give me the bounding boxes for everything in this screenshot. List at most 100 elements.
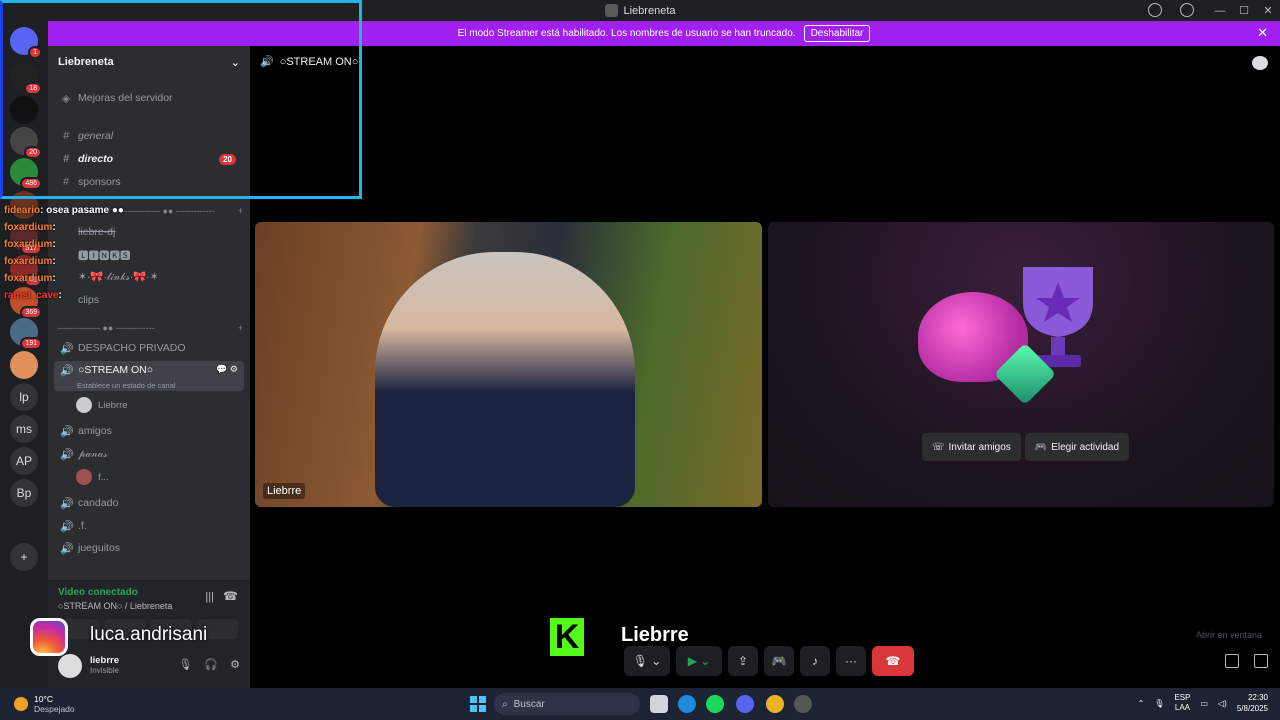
discord-icon[interactable] xyxy=(736,695,754,713)
discord-window: Liebreneta — ☐ ✕ El modo Streamer está h… xyxy=(0,0,1280,720)
server-icon[interactable]: Bp xyxy=(10,479,38,507)
popout-label[interactable]: Abrir en ventana xyxy=(1196,630,1262,640)
microphone-icon[interactable]: 🎙 xyxy=(178,658,192,671)
weather-widget[interactable]: 10°C Despejado xyxy=(14,694,75,714)
more-icon: ··· xyxy=(845,654,857,668)
channel-sidebar: Liebreneta ⌄ ◈ Mejoras del servidor # ge… xyxy=(48,46,250,688)
popout-icon[interactable] xyxy=(1225,654,1239,668)
choose-activity-button[interactable]: 🎮 Elegir actividad xyxy=(1024,433,1130,461)
gear-icon[interactable]: ⚙ xyxy=(230,658,240,671)
channel-directo[interactable]: # directo 20 xyxy=(54,149,244,169)
more-button[interactable]: ··· xyxy=(836,646,866,676)
avatar[interactable] xyxy=(58,654,82,678)
disable-streamer-button[interactable]: Deshabilitar xyxy=(803,25,871,42)
chat-icon[interactable] xyxy=(1252,56,1268,70)
channel-liebre-dj[interactable]: liebre-dj xyxy=(54,222,244,242)
disconnect-icon[interactable]: ☎ xyxy=(223,589,238,603)
channel-clips[interactable]: clips xyxy=(54,290,244,310)
speaker-icon: 🔊 xyxy=(60,520,74,533)
kick-channel-name: Liebrre xyxy=(621,624,689,646)
overlay-chat-line: foxardium: xyxy=(4,239,56,250)
speaker-icon: 🔊 xyxy=(60,448,74,461)
username[interactable]: liebrre xyxy=(90,655,119,666)
add-server-icon[interactable]: + xyxy=(10,543,38,571)
soundboard-button[interactable]: ♪ xyxy=(800,646,830,676)
voice-channel-path[interactable]: ○STREAM ON○ / Liebreneta xyxy=(58,601,172,611)
taskbar-search[interactable]: ⌕ Buscar xyxy=(494,693,640,715)
voice-member[interactable]: Liebrre xyxy=(76,397,128,413)
server-icon[interactable]: 18 xyxy=(10,63,42,95)
server-icon[interactable]: 20 xyxy=(10,127,42,159)
boost-icon: ◈ xyxy=(61,92,71,105)
server-icon[interactable]: ms xyxy=(10,415,38,443)
server-icon[interactable] xyxy=(10,96,38,124)
inbox-icon[interactable] xyxy=(1148,3,1162,17)
camera-toggle-button[interactable]: ▶ ⌄ xyxy=(676,646,722,676)
activity-button[interactable]: 🎮 xyxy=(764,646,794,676)
network-icon[interactable]: ▭ xyxy=(1200,699,1208,708)
server-label: Bp xyxy=(16,486,32,500)
volume-icon[interactable]: ◁) xyxy=(1218,699,1227,708)
voice-member[interactable]: f... xyxy=(76,469,109,485)
user-status: Invisible xyxy=(90,666,119,675)
microphone-icon[interactable]: 🎙 xyxy=(1154,699,1164,708)
voice-channel-amigos[interactable]: 🔊 amigos xyxy=(54,421,244,441)
windows-start-icon[interactable] xyxy=(470,696,486,712)
unread-badge: 20 xyxy=(219,153,236,165)
mention-badge: 20 xyxy=(24,146,42,159)
server-label: lp xyxy=(19,390,29,404)
chrome-icon[interactable] xyxy=(766,695,784,713)
headphones-icon[interactable]: 🎧 xyxy=(204,658,218,671)
chevron-down-icon: ⌄ xyxy=(230,56,240,69)
noise-icon[interactable]: ||| xyxy=(205,591,214,603)
camera-tile[interactable]: Liebrre xyxy=(255,222,762,507)
voice-status[interactable]: Video conectado xyxy=(58,587,138,598)
voice-channel-panas[interactable]: 🔊 𝓅𝒶𝓃𝒶𝓈 xyxy=(54,444,244,464)
maximize-button[interactable]: ☐ xyxy=(1232,4,1256,17)
clock[interactable]: 22:30 5/8/2025 xyxy=(1237,692,1268,714)
channel-links-1[interactable]: 🅻🅸🅽🅺🆂 xyxy=(54,245,244,265)
disconnect-button[interactable]: ☎ xyxy=(872,646,914,676)
overlay-chat-line: foxardium: xyxy=(4,256,56,267)
channel-general[interactable]: # general xyxy=(54,126,244,146)
channel-status[interactable]: Establece un estado de canal xyxy=(77,381,175,390)
activity-buttons: ☏ Invitar amigos 🎮 Elegir actividad xyxy=(922,433,1130,461)
add-channel-icon[interactable]: + xyxy=(238,206,243,220)
category-header-voice[interactable]: -------------- ●● ------------- + xyxy=(58,323,243,337)
streamer-mode-banner: El modo Streamer está habilitado. Los no… xyxy=(48,21,1280,46)
server-icon[interactable]: lp xyxy=(10,383,38,411)
server-icon[interactable]: 486 xyxy=(10,158,42,190)
minimize-button[interactable]: — xyxy=(1208,5,1232,17)
close-window-button[interactable]: ✕ xyxy=(1256,4,1280,17)
voice-channel-despacho[interactable]: 🔊 DESPACHO PRIVADO xyxy=(54,338,244,358)
invite-friends-button[interactable]: ☏ Invitar amigos xyxy=(922,433,1021,461)
server-icon[interactable]: 191 xyxy=(10,318,42,350)
channel-boosts[interactable]: ◈ Mejoras del servidor xyxy=(54,88,244,108)
channel-links-2[interactable]: ✶·🎀·𝓁𝒾𝓃𝓀𝓈·🎀·✶ xyxy=(54,267,244,287)
activity-tile: ☏ Invitar amigos 🎮 Elegir actividad xyxy=(768,222,1274,507)
spotify-icon[interactable] xyxy=(706,695,724,713)
server-header[interactable]: Liebreneta ⌄ xyxy=(48,46,250,78)
voice-channel-candado[interactable]: 🔊 candado xyxy=(54,493,244,513)
channel-sponsors[interactable]: # sponsors xyxy=(54,172,244,192)
voice-channel-jueguitos[interactable]: 🔊 jueguitos xyxy=(54,538,244,558)
mute-button[interactable]: 🎙 ⌄ xyxy=(624,646,670,676)
share-screen-button[interactable]: ⇪ xyxy=(728,646,758,676)
chevron-up-icon[interactable]: ⌃ xyxy=(1138,699,1145,708)
voice-channel-f[interactable]: 🔊 .f. xyxy=(54,516,244,536)
system-tray: ⌃ 🎙 ESP LAA ▭ ◁) 22:30 5/8/2025 xyxy=(1138,692,1268,714)
server-icon[interactable]: AP xyxy=(10,447,38,475)
stage-header: 🔊 ○STREAM ON○ xyxy=(260,55,359,69)
discord-home-icon[interactable]: 1 xyxy=(10,27,42,59)
server-icon[interactable] xyxy=(10,351,38,379)
fullscreen-icon[interactable] xyxy=(1254,654,1268,668)
overlay-chat-line: ramsi_cave: xyxy=(4,290,62,301)
help-icon[interactable] xyxy=(1180,3,1194,17)
add-channel-icon[interactable]: + xyxy=(238,323,243,337)
edge-icon[interactable] xyxy=(678,695,696,713)
language-indicator[interactable]: ESP LAA xyxy=(1174,693,1190,713)
close-icon[interactable]: ✕ xyxy=(1257,25,1268,41)
task-view-icon[interactable] xyxy=(650,695,668,713)
obs-icon[interactable] xyxy=(794,695,812,713)
call-controls: 🎙 ⌄ ▶ ⌄ ⇪ 🎮 ♪ ··· ☎ xyxy=(624,646,914,676)
